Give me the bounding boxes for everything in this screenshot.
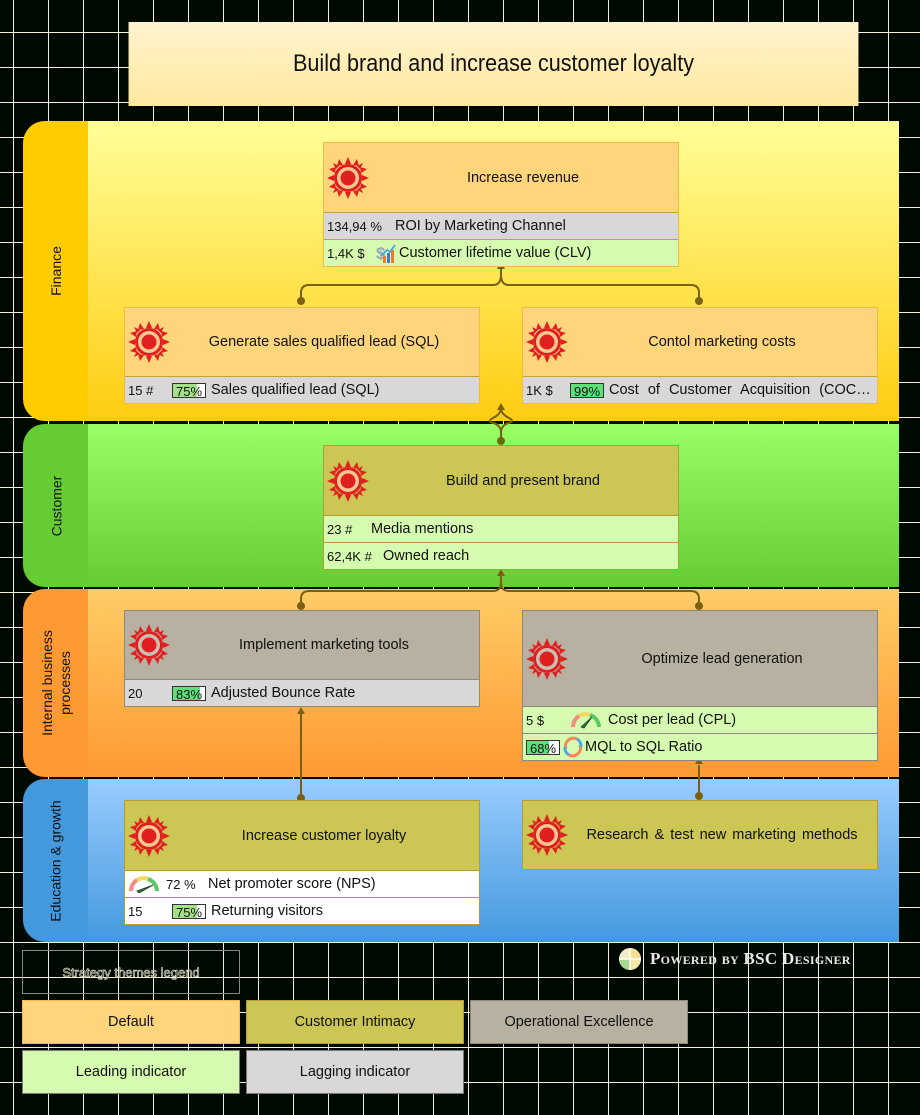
perspective-label: Education & growth [48, 799, 64, 922]
objective-title: Increase revenue [466, 169, 580, 186]
indicator-value: 1,4K $ [327, 245, 365, 261]
perspective-label: Finance [48, 246, 64, 296]
objective-generate-sql[interactable]: Generate sales qualified lead (SQL) 15 #… [124, 307, 480, 404]
indicator-name: Customer lifetime value (CLV) [399, 245, 592, 261]
objective-sun-icon [128, 624, 170, 666]
objective-title: Optimize lead generation [641, 650, 803, 667]
objective-title: Generate sales qualified lead (SQL) [208, 334, 440, 350]
objective-customer-loyalty[interactable]: Increase customer loyalty 72 % Net promo… [124, 800, 480, 925]
indicator-name: ROI by Marketing Channel [395, 218, 566, 234]
legend-title: Strategy themes legend [62, 964, 200, 980]
indicator-row[interactable]: 72 % Net promoter score (NPS) [125, 870, 479, 897]
indicator-name: Cost of Customer Acquisition (COC… [609, 382, 871, 398]
indicator-name: Owned reach [383, 548, 470, 564]
progress-badge: 83% [172, 685, 206, 702]
indicator-value: 20 [128, 685, 143, 701]
indicator-row[interactable]: 1,4K $ $ Customer lifetime value (CLV) [324, 239, 678, 266]
map-title-box: Build brand and increase customer loyalt… [128, 22, 859, 106]
bsc-logo-icon [619, 948, 641, 970]
progress-badge: 75% [172, 382, 206, 399]
objective-title: Research & test new marketing methods [586, 827, 858, 843]
indicator-row[interactable]: 5 $ Cost per lead (CPL) [523, 706, 877, 733]
indicator-value: 134,94 % [327, 218, 382, 234]
objective-sun-icon [128, 814, 170, 857]
progress-label: 75% [175, 904, 203, 920]
indicator-value: 5 $ [526, 712, 545, 728]
map-title: Build brand and increase customer loyalt… [292, 50, 695, 77]
legend-default: Default [22, 1000, 240, 1044]
objective-sun-icon [526, 637, 568, 680]
refresh-cycle-icon [563, 736, 583, 758]
indicator-name: Media mentions [371, 521, 474, 537]
powered-by-text: Powered by BSC Designer [650, 949, 851, 968]
objective-sun-icon [526, 321, 568, 363]
indicator-name: Cost per lead (CPL) [608, 712, 737, 728]
objective-research[interactable]: Research & test new marketing methods [522, 800, 878, 870]
objective-title: Implement marketing tools [238, 637, 410, 653]
perspective-tab-education[interactable]: Education & growth [23, 779, 89, 942]
objective-build-brand[interactable]: Build and present brand 23 # Media menti… [323, 445, 679, 570]
objective-title: Build and present brand [446, 472, 600, 489]
indicator-row[interactable]: 68% MQL to SQL Ratio [523, 733, 877, 760]
legend-label: Customer Intimacy [294, 1014, 416, 1030]
indicator-name: Net promoter score (NPS) [208, 876, 376, 892]
perspective-label: Internal business processes [38, 630, 74, 736]
objective-control-costs[interactable]: Contol marketing costs 1K $ 99% Cost of … [522, 307, 878, 404]
legend-customer-intimacy: Customer Intimacy [246, 1000, 464, 1044]
perspective-label-line2: processes [57, 651, 73, 715]
objective-title: Increase customer loyalty [241, 827, 407, 844]
gauge-icon [570, 712, 601, 729]
indicator-row[interactable]: 15 75% Returning visitors [125, 897, 479, 924]
legend-label: Default [108, 1014, 154, 1030]
indicator-row[interactable]: 134,94 % ROI by Marketing Channel [324, 212, 678, 239]
progress-label: 83% [175, 686, 203, 702]
perspective-label-line1: Internal business [39, 630, 55, 736]
progress-badge: 75% [172, 903, 206, 920]
indicator-name: MQL to SQL Ratio [585, 739, 703, 755]
legend-lagging-indicator: Lagging indicator [246, 1050, 464, 1094]
legend-leading-indicator: Leading indicator [22, 1050, 240, 1094]
indicator-value: 1K $ [526, 382, 553, 398]
indicator-value: 15 [128, 903, 143, 919]
indicator-row[interactable]: 15 # 75% Sales qualified lead (SQL) [125, 376, 479, 403]
indicator-name: Sales qualified lead (SQL) [211, 382, 380, 398]
objective-sun-icon [128, 321, 170, 363]
indicator-value: 23 # [327, 521, 353, 537]
objective-sun-icon [327, 459, 369, 502]
progress-label: 75% [175, 383, 203, 399]
indicator-value: 15 # [128, 382, 154, 398]
perspective-tab-finance[interactable]: Finance [23, 121, 89, 421]
indicator-row[interactable]: 20 83% Adjusted Bounce Rate [125, 679, 479, 706]
objective-lead-generation[interactable]: Optimize lead generation 5 $ Cost per le… [522, 610, 878, 761]
legend-label: Leading indicator [75, 1064, 187, 1080]
perspective-tab-customer[interactable]: Customer [23, 424, 89, 587]
objective-increase-revenue[interactable]: Increase revenue 134,94 % ROI by Marketi… [323, 142, 679, 267]
indicator-value: 62,4K # [327, 548, 372, 564]
legend-operational-excellence: Operational Excellence [470, 1000, 688, 1044]
chart-growth-icon: $ [376, 244, 396, 263]
indicator-row[interactable]: 62,4K # Owned reach [324, 542, 678, 569]
indicator-row[interactable]: 1K $ 99% Cost of Customer Acquisition (C… [523, 376, 877, 403]
indicator-name: Adjusted Bounce Rate [211, 685, 356, 701]
progress-label: 99% [573, 383, 601, 399]
objective-sun-icon [327, 156, 369, 199]
gauge-icon [128, 876, 159, 893]
objective-title: Contol marketing costs [648, 334, 796, 350]
objective-sun-icon [526, 814, 568, 856]
progress-badge: 68% [526, 739, 560, 756]
perspective-label: Customer [48, 475, 64, 536]
indicator-row[interactable]: 23 # Media mentions [324, 515, 678, 542]
progress-label: 68% [529, 740, 557, 756]
powered-by: Powered by BSC Designer [618, 946, 878, 972]
progress-badge: 99% [570, 382, 604, 399]
legend-label: Lagging indicator [299, 1064, 411, 1080]
indicator-name: Returning visitors [211, 903, 324, 919]
objective-marketing-tools[interactable]: Implement marketing tools 20 83% Adjuste… [124, 610, 480, 707]
indicator-value: 72 % [166, 876, 196, 892]
perspective-tab-internal[interactable]: Internal business processes [23, 589, 89, 777]
legend-title-box: Strategy themes legend [22, 950, 240, 994]
legend-label: Operational Excellence [504, 1014, 654, 1030]
